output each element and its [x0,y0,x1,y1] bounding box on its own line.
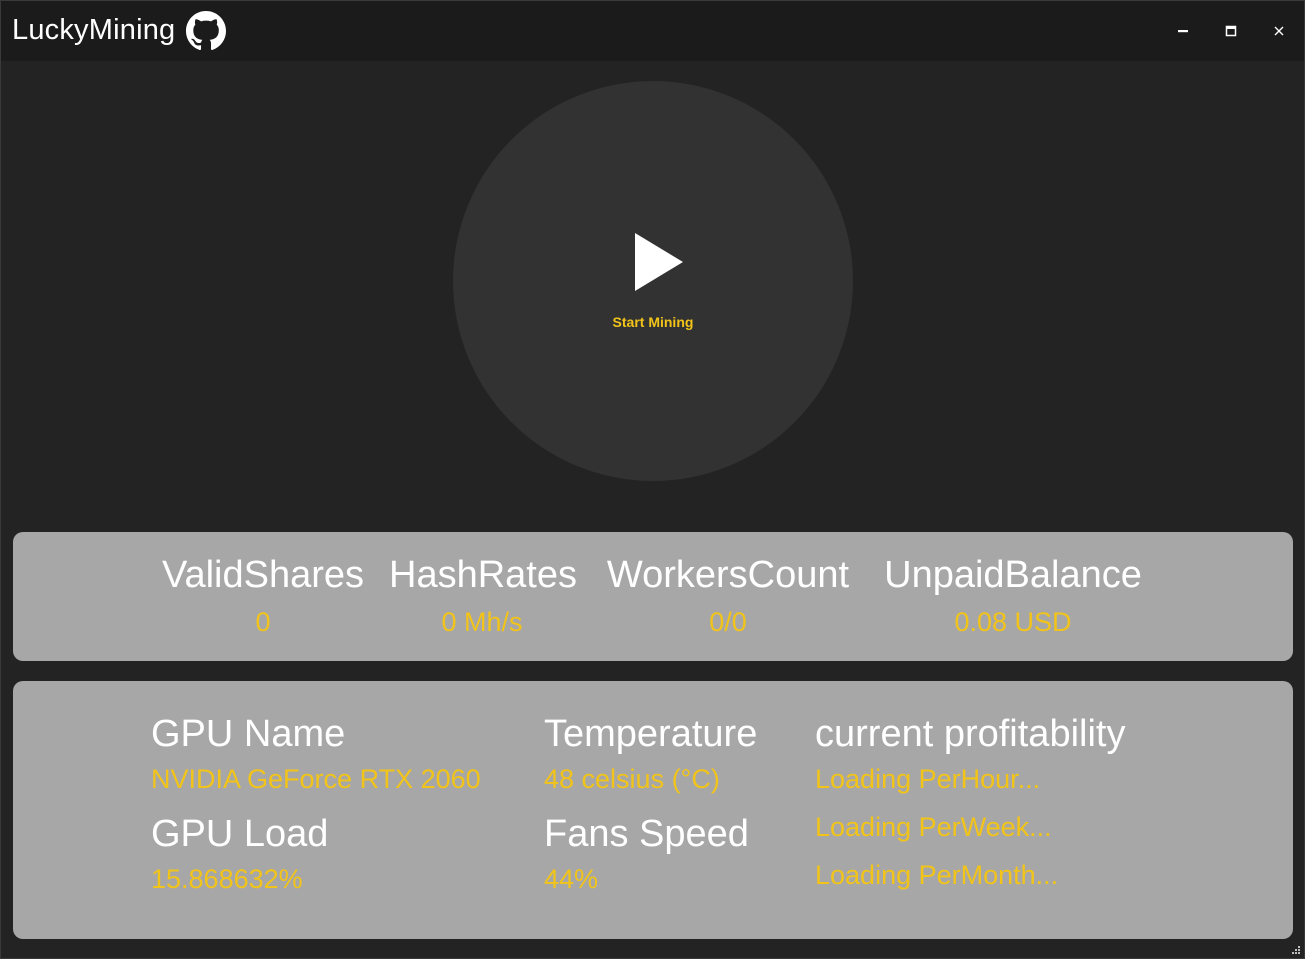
stat-value: 0 Mh/s [441,607,523,637]
close-icon [1274,26,1284,36]
resize-grip-icon[interactable] [1289,943,1301,955]
gpu-name-value: NVIDIA GeForce RTX 2060 [151,764,481,794]
stat-value: 0 [255,607,271,637]
gpu-info-column: GPU Name NVIDIA GeForce RTX 2060 GPU Loa… [151,711,481,911]
profit-per-month: Loading PerMonth... [815,860,1059,890]
temperature-value: 48 celsius (°C) [544,764,720,794]
gpu-panel: GPU Name NVIDIA GeForce RTX 2060 GPU Loa… [13,681,1293,939]
stat-label: WorkersCount [606,554,850,596]
gpu-name-label: GPU Name [151,713,346,755]
app-window: LuckyMining Start Mining ValidShares 0 H… [0,0,1305,959]
start-mining-label: Start Mining [612,314,694,330]
stat-valid-shares: ValidShares 0 [160,552,366,638]
play-icon [635,233,683,291]
close-button[interactable] [1263,15,1295,47]
fans-speed-label: Fans Speed [544,813,749,855]
stats-panel: ValidShares 0 HashRates 0 Mh/s WorkersCo… [13,532,1293,661]
stat-workers-count: WorkersCount 0/0 [601,552,855,638]
fans-speed-value: 44% [544,864,599,894]
gpu-load-value: 15.868632% [151,864,303,894]
profit-per-week: Loading PerWeek... [815,812,1052,842]
maximize-button[interactable] [1215,15,1247,47]
profit-per-hour: Loading PerHour... [815,764,1041,794]
minimize-button[interactable] [1167,15,1199,47]
app-title: LuckyMining [12,14,176,46]
minimize-icon [1178,30,1188,33]
maximize-icon [1225,25,1237,37]
profitability-column: current profitability Loading PerHour...… [815,711,1125,907]
gpu-sensor-column: Temperature 48 celsius (°C) Fans Speed 4… [544,711,757,911]
stat-hash-rates: HashRates 0 Mh/s [389,552,577,638]
gpu-load-label: GPU Load [151,813,329,855]
temperature-label: Temperature [544,713,758,755]
title-bar[interactable]: LuckyMining [1,1,1304,61]
stat-label: HashRates [389,554,577,596]
stat-value: 0.08 USD [954,607,1072,637]
stat-value: 0/0 [709,607,747,637]
stat-label: UnpaidBalance [884,554,1142,596]
profitability-label: current profitability [815,713,1126,755]
stat-label: ValidShares [161,554,365,596]
start-mining-button[interactable]: Start Mining [453,81,853,481]
stat-unpaid-balance: UnpaidBalance 0.08 USD [880,552,1146,638]
github-icon[interactable] [186,11,226,51]
